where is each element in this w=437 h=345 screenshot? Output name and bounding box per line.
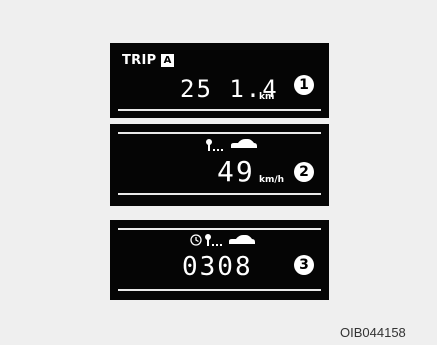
car-icon [229,235,255,244]
car-icon [231,139,257,148]
display-divider-line [118,132,321,134]
trip-a-badge: A [161,54,174,67]
marker-2: 2 [294,162,314,182]
trip-distance-display: TRIP A 25 1.4 km 1 [110,43,329,118]
elapsed-time-display: 0308 3 [110,220,329,300]
trip-distance-unit: km [259,92,275,102]
elapsed-time-value: 0308 [182,252,253,282]
clock-icon [190,234,202,246]
average-speed-unit: km/h [259,175,285,185]
marker-3: 3 [294,255,314,275]
figure-code: OIB044158 [340,325,406,340]
display-divider-line [118,109,321,111]
marker-1: 1 [294,75,314,95]
display-divider-line [118,289,321,291]
display-divider-line [118,193,321,195]
trip-label: TRIP [122,53,157,68]
average-speed-value: 49 [217,155,255,188]
display-divider-line [118,228,321,230]
average-speed-display: 49 km/h 2 [110,124,329,206]
